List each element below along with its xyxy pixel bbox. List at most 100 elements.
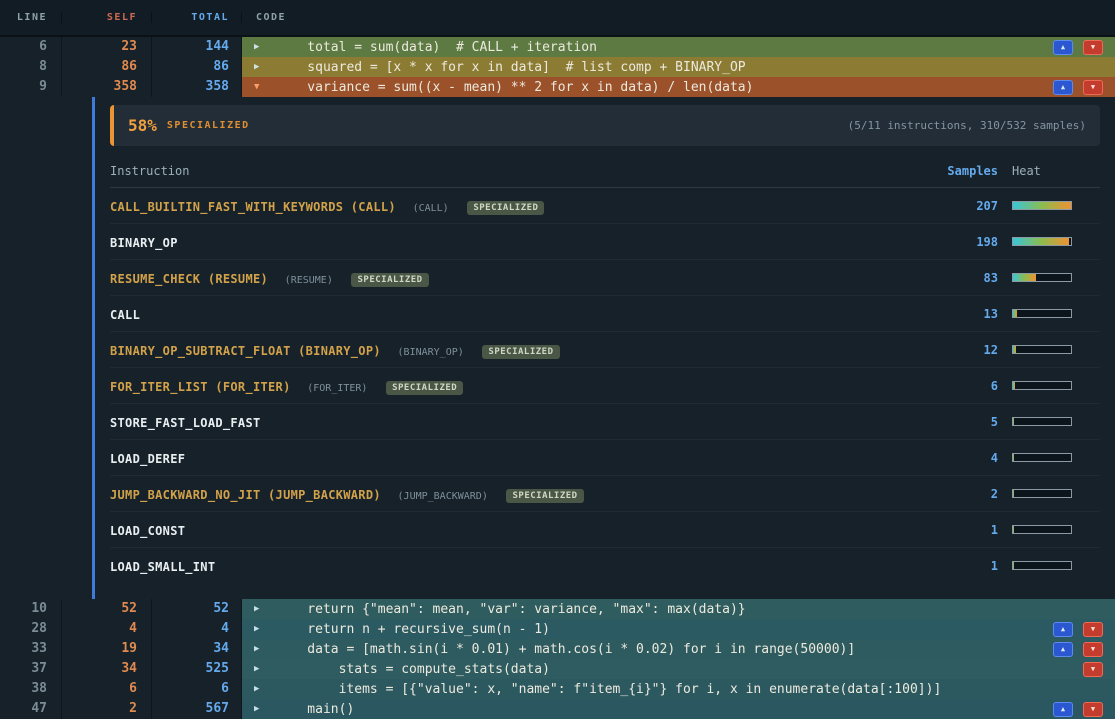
- expand-arrow-icon[interactable]: ▶: [254, 664, 276, 674]
- heat-bar-track: [1012, 525, 1072, 534]
- specialized-badge: SPECIALIZED: [506, 489, 583, 503]
- move-up-button[interactable]: ▲: [1053, 702, 1073, 717]
- self-samples: 358: [62, 77, 152, 97]
- move-down-button[interactable]: ▼: [1083, 40, 1103, 55]
- up-arrow-icon: ▲: [1061, 705, 1065, 713]
- heat-bar-fill: [1013, 274, 1036, 281]
- samples-count: 5: [888, 415, 998, 429]
- instruction-name: LOAD_CONST: [110, 524, 185, 538]
- code-band[interactable]: ▶ squared = [x * x for x in data] # list…: [242, 57, 1115, 77]
- instruction-base: (CALL): [413, 203, 449, 214]
- expand-arrow-icon[interactable]: ▶: [254, 684, 276, 694]
- line-number: 8: [0, 57, 62, 77]
- code-line-row: 47 2 567 ▶ main() ▲ ▼: [0, 699, 1115, 719]
- expand-arrow-icon[interactable]: ▶: [254, 42, 276, 52]
- total-samples: 52: [152, 599, 242, 619]
- heat-bar-track: [1012, 561, 1072, 570]
- code-text: return n + recursive_sum(n - 1): [276, 622, 550, 637]
- total-samples: 358: [152, 77, 242, 97]
- code-line-row: 6 23 144 ▶ total = sum(data) # CALL + it…: [0, 37, 1115, 57]
- code-text: main(): [276, 702, 354, 717]
- instruction-table: Instruction Samples Heat CALL_BUILTIN_FA…: [110, 158, 1100, 583]
- self-samples: 86: [62, 57, 152, 77]
- line-number: 9: [0, 77, 62, 97]
- code-band[interactable]: ▶ data = [math.sin(i * 0.01) + math.cos(…: [242, 639, 1115, 659]
- instruction-row: LOAD_DEREF 4: [110, 440, 1100, 476]
- self-samples: 23: [62, 37, 152, 57]
- move-up-button[interactable]: ▲: [1053, 40, 1073, 55]
- code-text: return {"mean": mean, "var": variance, "…: [276, 602, 746, 617]
- total-samples: 525: [152, 659, 242, 679]
- heat-bar-fill: [1013, 238, 1069, 245]
- line-number: 28: [0, 619, 62, 639]
- instruction-name: LOAD_DEREF: [110, 452, 185, 466]
- move-down-button[interactable]: ▼: [1083, 622, 1103, 637]
- column-header-line: LINE: [0, 12, 62, 23]
- up-arrow-icon: ▲: [1061, 625, 1065, 633]
- code-band[interactable]: ▶ main() ▲ ▼: [242, 699, 1115, 719]
- header-instruction: Instruction: [110, 164, 888, 178]
- specialized-badge: SPECIALIZED: [351, 273, 428, 287]
- code-band[interactable]: ▶ stats = compute_stats(data) ▼: [242, 659, 1115, 679]
- down-arrow-icon: ▼: [1091, 645, 1095, 653]
- heat-bar-track: [1012, 345, 1072, 354]
- move-up-button[interactable]: ▲: [1053, 642, 1073, 657]
- code-line-row: 37 34 525 ▶ stats = compute_stats(data) …: [0, 659, 1115, 679]
- expand-arrow-icon[interactable]: ▶: [254, 624, 276, 634]
- code-text: items = [{"value": x, "name": f"item_{i}…: [276, 682, 941, 697]
- code-band[interactable]: ▶ return n + recursive_sum(n - 1) ▲ ▼: [242, 619, 1115, 639]
- collapse-arrow-icon[interactable]: ▼: [254, 82, 276, 92]
- samples-count: 198: [888, 235, 998, 249]
- code-band[interactable]: ▶ total = sum(data) # CALL + iteration ▲…: [242, 37, 1115, 57]
- line-number: 6: [0, 37, 62, 57]
- total-samples: 567: [152, 699, 242, 719]
- instruction-row: FOR_ITER_LIST (FOR_ITER) (FOR_ITER) SPEC…: [110, 368, 1100, 404]
- self-samples: 2: [62, 699, 152, 719]
- specialized-badge: SPECIALIZED: [386, 381, 463, 395]
- samples-count: 1: [888, 559, 998, 573]
- header-samples: Samples: [888, 164, 998, 178]
- column-header-total: TOTAL: [152, 12, 242, 23]
- instruction-row: BINARY_OP 198: [110, 224, 1100, 260]
- specialized-label: SPECIALIZED: [167, 120, 250, 131]
- code-band[interactable]: ▶ items = [{"value": x, "name": f"item_{…: [242, 679, 1115, 699]
- samples-count: 6: [888, 379, 998, 393]
- expand-arrow-icon[interactable]: ▶: [254, 704, 276, 714]
- expand-arrow-icon[interactable]: ▶: [254, 604, 276, 614]
- code-line-row-expanded: 9 358 358 ▼ variance = sum((x - mean) **…: [0, 77, 1115, 97]
- move-down-button[interactable]: ▼: [1083, 80, 1103, 95]
- move-down-button[interactable]: ▼: [1083, 662, 1103, 677]
- code-text: squared = [x * x for x in data] # list c…: [276, 60, 746, 75]
- instruction-row: LOAD_SMALL_INT 1: [110, 548, 1100, 583]
- move-up-button[interactable]: ▲: [1053, 80, 1073, 95]
- heat-bar-fill: [1013, 454, 1014, 461]
- heat-bar-fill: [1013, 202, 1071, 209]
- instruction-name: RESUME_CHECK (RESUME): [110, 272, 268, 286]
- up-arrow-icon: ▲: [1061, 645, 1065, 653]
- column-header-code: CODE: [242, 12, 1115, 23]
- instruction-name: BINARY_OP_SUBTRACT_FLOAT (BINARY_OP): [110, 344, 381, 358]
- specialized-badge: SPECIALIZED: [467, 201, 544, 215]
- self-samples: 6: [62, 679, 152, 699]
- total-samples: 86: [152, 57, 242, 77]
- code-band[interactable]: ▼ variance = sum((x - mean) ** 2 for x i…: [242, 77, 1115, 97]
- expand-arrow-icon[interactable]: ▶: [254, 644, 276, 654]
- header-heat: Heat: [1012, 164, 1100, 178]
- samples-count: 2: [888, 487, 998, 501]
- line-number: 47: [0, 699, 62, 719]
- move-down-button[interactable]: ▼: [1083, 702, 1103, 717]
- self-samples: 4: [62, 619, 152, 639]
- table-header: LINE SELF TOTAL CODE: [0, 0, 1115, 37]
- down-arrow-icon: ▼: [1091, 83, 1095, 91]
- code-text: total = sum(data) # CALL + iteration: [276, 40, 597, 55]
- samples-count: 207: [888, 199, 998, 213]
- move-up-button[interactable]: ▲: [1053, 622, 1073, 637]
- code-band[interactable]: ▶ return {"mean": mean, "var": variance,…: [242, 599, 1115, 619]
- expanded-panel: 58% SPECIALIZED (5/11 instructions, 310/…: [92, 97, 1100, 599]
- instruction-row: LOAD_CONST 1: [110, 512, 1100, 548]
- down-arrow-icon: ▼: [1091, 665, 1095, 673]
- move-down-button[interactable]: ▼: [1083, 642, 1103, 657]
- expand-arrow-icon[interactable]: ▶: [254, 62, 276, 72]
- instruction-base: (BINARY_OP): [398, 347, 464, 358]
- samples-count: 12: [888, 343, 998, 357]
